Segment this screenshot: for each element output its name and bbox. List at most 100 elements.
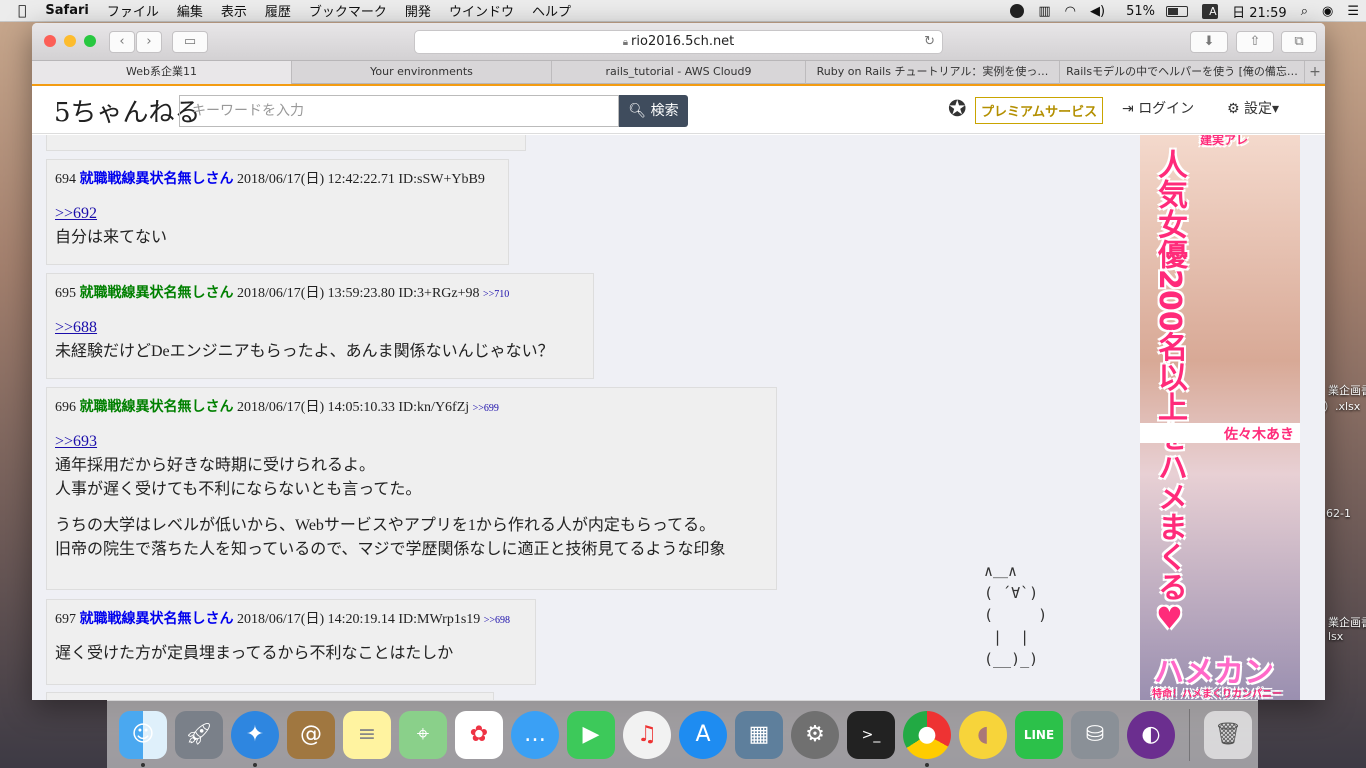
ad-name-mid: 佐々木あき bbox=[1224, 427, 1294, 443]
search-button[interactable]: 🔍︎ 検索 bbox=[619, 95, 688, 127]
tab-ruby-on-rails[interactable]: Ruby on Rails チュートリアル：実例を使っ… bbox=[806, 61, 1060, 84]
post-meta: 694 就職戦線異状名無しさん 2018/06/17(日) 12:42:22.7… bbox=[55, 168, 500, 188]
chrome-icon[interactable]: ● bbox=[903, 710, 951, 767]
menu-window[interactable]: ウインドウ bbox=[440, 1, 523, 20]
launchpad-icon[interactable]: 🚀︎ bbox=[175, 710, 223, 759]
menu-history[interactable]: 履歴 bbox=[256, 1, 300, 20]
tab-rails-helper[interactable]: Railsモデルの中でヘルパーを使う [俺の備忘… bbox=[1060, 61, 1305, 84]
wifi-icon[interactable]: ◠ bbox=[1058, 4, 1083, 19]
volume-icon[interactable]: ◀) bbox=[1083, 4, 1112, 19]
reply-anchor-link[interactable]: >>688 bbox=[55, 319, 97, 336]
itunes-icon[interactable]: ♫ bbox=[623, 710, 671, 759]
menu-view[interactable]: 表示 bbox=[212, 1, 256, 20]
tabs-overview-button[interactable]: ⧉ bbox=[1281, 31, 1317, 53]
downloads-button[interactable]: ⬇ bbox=[1190, 31, 1228, 53]
cyberduck-icon[interactable]: ◖ bbox=[959, 710, 1007, 759]
safari-window: ‹ › ▭ 🔒︎ rio2016.5ch.net ↻ ⬇ ⇧ ⧉ Web系企業11… bbox=[32, 23, 1325, 700]
site-header: 5ちゃんねる キーワードを入力 🔍︎ 検索 ✪ プレミアムサービス ⇥ ログイン… bbox=[32, 84, 1325, 134]
input-source[interactable]: A bbox=[1195, 3, 1225, 19]
poster-name[interactable]: 就職戦線異状名無しさん bbox=[80, 400, 234, 415]
forward-button[interactable]: › bbox=[136, 31, 162, 53]
app-store-icon[interactable]: A bbox=[679, 710, 727, 759]
poster-name[interactable]: 就職戦線異状名無しさん bbox=[80, 286, 234, 301]
share-button[interactable]: ⇧ bbox=[1236, 31, 1274, 53]
lock-icon: 🔒︎ bbox=[622, 37, 629, 48]
reply-ref-link[interactable]: >>699 bbox=[473, 403, 499, 414]
search-input[interactable]: キーワードを入力 bbox=[179, 95, 619, 127]
status-app-icon[interactable] bbox=[1003, 4, 1031, 19]
tab-web-kigyo[interactable]: Web系企業11 bbox=[32, 61, 292, 84]
desktop-file-label[interactable]: 62-1 bbox=[1326, 507, 1351, 520]
poster-id[interactable]: ID:MWrp1s19 bbox=[398, 612, 480, 627]
menu-bookmarks[interactable]: ブックマーク bbox=[300, 1, 396, 20]
poster-id[interactable]: ID:3+RGz+98 bbox=[398, 286, 479, 301]
poster-id[interactable]: ID:kn/Y6fZj bbox=[398, 400, 469, 415]
reply-anchor-link[interactable]: >>692 bbox=[55, 205, 97, 222]
post-number[interactable]: 694 bbox=[55, 172, 76, 187]
apple-menu-icon[interactable]:  bbox=[0, 3, 36, 19]
tab-your-environments[interactable]: Your environments bbox=[292, 61, 552, 84]
minimize-window-button[interactable] bbox=[64, 35, 76, 47]
maps-icon[interactable]: ⌖ bbox=[399, 710, 447, 759]
zoom-window-button[interactable] bbox=[84, 35, 96, 47]
post-number[interactable]: 696 bbox=[55, 400, 76, 415]
desktop-file-label[interactable]: 業企画書 bbox=[1328, 614, 1366, 630]
poster-name[interactable]: 就職戦線異状名無しさん bbox=[80, 612, 234, 627]
spotlight-icon[interactable]: ⌕ bbox=[1294, 4, 1315, 19]
facetime-icon[interactable]: ▶ bbox=[567, 710, 615, 759]
app-menu[interactable]: Safari bbox=[36, 3, 97, 18]
premium-badge-icon[interactable]: ✪ bbox=[948, 97, 970, 123]
poster-id[interactable]: ID:sSW+YbB9 bbox=[398, 172, 484, 187]
safari-icon[interactable]: ✦ bbox=[231, 710, 279, 767]
menu-help[interactable]: ヘルプ bbox=[523, 1, 580, 20]
desktop-file-label[interactable]: lsx bbox=[1328, 630, 1343, 643]
terminal-icon[interactable]: >_ bbox=[847, 710, 895, 759]
post-line: 旧帝の院生で落ちた人を知っているので、マジで学歴関係なしに適正と技術見てるような… bbox=[55, 541, 726, 558]
reply-anchor-link[interactable]: >>693 bbox=[55, 433, 97, 450]
settings-button[interactable]: ⚙ 設定▾ bbox=[1227, 98, 1279, 118]
desktop-file-label[interactable]: ）.xlsx bbox=[1324, 398, 1360, 414]
address-bar[interactable]: 🔒︎ rio2016.5ch.net ↻ bbox=[414, 30, 943, 54]
messages-icon[interactable]: … bbox=[511, 710, 559, 759]
keyboard-icon[interactable]: ▥ bbox=[1031, 4, 1057, 19]
preview-icon[interactable]: ▦ bbox=[735, 710, 783, 759]
menu-develop[interactable]: 開発 bbox=[396, 1, 440, 20]
post-date: 2018/06/17(日) 14:05:10.33 bbox=[237, 400, 395, 415]
desktop-file-label[interactable]: 業企画書 bbox=[1328, 382, 1366, 398]
close-window-button[interactable] bbox=[44, 35, 56, 47]
advertisement-banner[interactable]: 建実アレ 人気女優200名以上をハメまくる♥ 佐々木あき ハメカン 特命！ハメま… bbox=[1140, 135, 1300, 700]
menu-file[interactable]: ファイル bbox=[98, 1, 168, 20]
post-number[interactable]: 695 bbox=[55, 286, 76, 301]
photos-icon[interactable]: ✿ bbox=[455, 710, 503, 759]
poster-name[interactable]: 就職戦線異状名無しさん bbox=[80, 172, 234, 187]
notes-icon[interactable]: ≡ bbox=[343, 710, 391, 759]
reload-icon[interactable]: ↻ bbox=[924, 31, 935, 53]
clock[interactable]: 日 21:59 bbox=[1225, 2, 1294, 21]
contacts-icon[interactable]: @ bbox=[287, 710, 335, 759]
battery-status[interactable]: 51% bbox=[1112, 4, 1195, 19]
system-preferences-icon[interactable]: ⚙ bbox=[791, 710, 839, 759]
login-button[interactable]: ⇥ ログイン bbox=[1122, 98, 1194, 118]
notification-center-icon[interactable]: ☰ bbox=[1340, 4, 1366, 19]
siri-icon[interactable]: ◉ bbox=[1315, 4, 1340, 19]
post-body: 遅く受けた方が定員埋まってるから不利なことはたしか bbox=[55, 642, 527, 666]
finder-icon[interactable]: ☺ bbox=[119, 710, 167, 767]
post: 695 就職戦線異状名無しさん 2018/06/17(日) 13:59:23.8… bbox=[46, 273, 594, 379]
reply-ref-link[interactable]: >>710 bbox=[483, 289, 509, 300]
settings-label: 設定 bbox=[1244, 101, 1273, 117]
post-number[interactable]: 697 bbox=[55, 612, 76, 627]
dock-separator bbox=[1189, 708, 1190, 761]
sequel-database-icon[interactable]: ⛁ bbox=[1071, 710, 1119, 759]
trash-icon[interactable]: 🗑︎ bbox=[1204, 710, 1252, 759]
tab-rails-tutorial[interactable]: rails_tutorial - AWS Cloud9 bbox=[552, 61, 806, 84]
new-tab-button[interactable]: + bbox=[1305, 61, 1325, 83]
github-icon[interactable]: ◐ bbox=[1127, 710, 1175, 759]
sidebar-toggle-button[interactable]: ▭ bbox=[172, 31, 208, 53]
line-icon[interactable]: LINE bbox=[1015, 710, 1063, 759]
premium-service-button[interactable]: プレミアムサービス bbox=[975, 97, 1104, 124]
post-body: >>692 自分は来てない bbox=[55, 202, 500, 250]
reply-ref-link[interactable]: >>698 bbox=[484, 615, 510, 626]
input-source-label: A bbox=[1202, 3, 1219, 19]
back-button[interactable]: ‹ bbox=[109, 31, 135, 53]
menu-edit[interactable]: 編集 bbox=[168, 1, 212, 20]
